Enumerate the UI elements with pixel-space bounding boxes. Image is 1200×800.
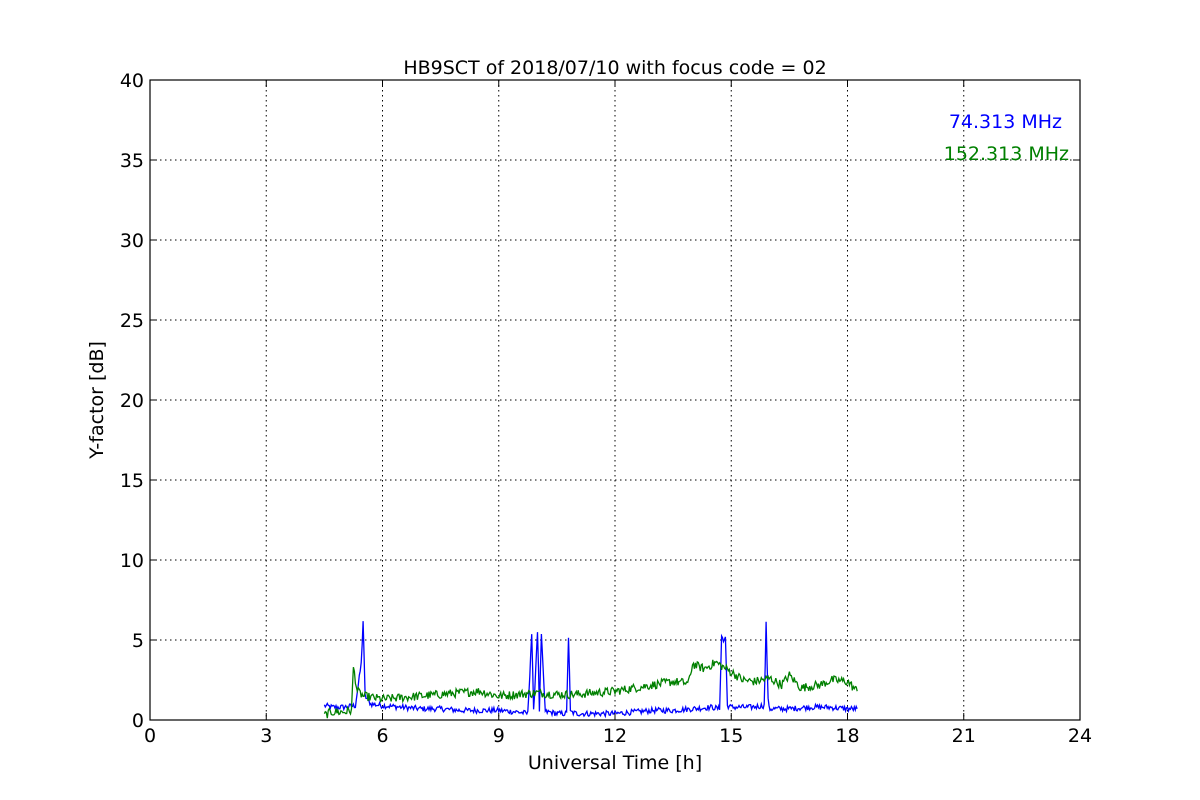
x-tick-label: 0 <box>144 725 156 747</box>
x-tick-label: 6 <box>376 725 388 747</box>
x-tick-label: 21 <box>952 725 976 747</box>
y-tick-label: 15 <box>120 470 144 492</box>
y-tick-label: 25 <box>120 310 144 332</box>
x-axis-label: Universal Time [h] <box>528 752 702 774</box>
chart-title: HB9SCT of 2018/07/10 with focus code = 0… <box>403 57 826 79</box>
x-tick-label: 24 <box>1068 725 1092 747</box>
y-tick-label: 35 <box>120 150 144 172</box>
y-axis-label: Y-factor [dB] <box>86 341 108 460</box>
y-tick-label: 0 <box>132 710 144 732</box>
x-tick-label: 3 <box>260 725 272 747</box>
y-tick-label: 10 <box>120 550 144 572</box>
x-tick-label: 15 <box>719 725 743 747</box>
y-tick-label: 40 <box>120 70 144 92</box>
y-tick-label: 20 <box>120 390 144 412</box>
x-tick-label: 18 <box>835 725 859 747</box>
chart: HB9SCT of 2018/07/10 with focus code = 0… <box>0 0 1200 800</box>
x-tick-label: 12 <box>603 725 627 747</box>
legend-entry: 152.313 MHz <box>944 143 1069 165</box>
y-tick-label: 30 <box>120 230 144 252</box>
x-tick-label: 9 <box>493 725 505 747</box>
y-tick-label: 5 <box>132 630 144 652</box>
legend-entry: 74.313 MHz <box>949 111 1062 133</box>
